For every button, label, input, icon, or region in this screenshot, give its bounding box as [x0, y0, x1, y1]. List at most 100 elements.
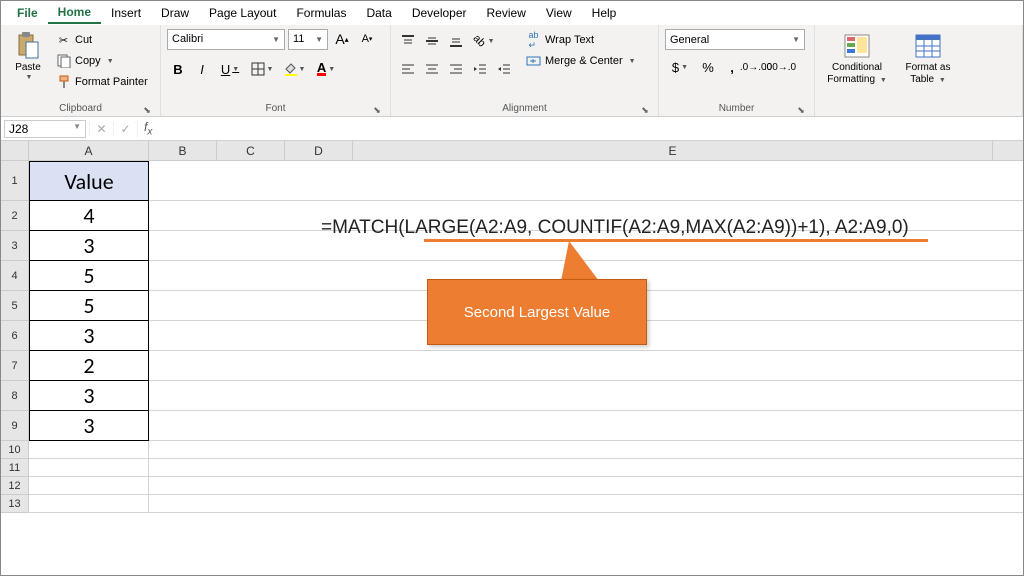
row-header[interactable]: 8: [1, 381, 29, 411]
copy-button[interactable]: Copy▼: [53, 51, 151, 71]
col-header-C[interactable]: C: [217, 141, 285, 160]
cell[interactable]: [149, 459, 1023, 477]
cell[interactable]: [149, 161, 1023, 201]
increase-indent-button[interactable]: [493, 58, 515, 80]
menu-insert[interactable]: Insert: [101, 3, 151, 23]
menu-draw[interactable]: Draw: [151, 3, 199, 23]
cell[interactable]: [149, 381, 1023, 411]
underline-button[interactable]: U▼: [215, 58, 245, 80]
dialog-launcher-icon[interactable]: ⬊: [142, 105, 152, 115]
cond-label2: Formatting: [827, 74, 875, 85]
menu-developer[interactable]: Developer: [402, 3, 477, 23]
wrap-icon: ab↵: [526, 33, 541, 48]
col-header-D[interactable]: D: [285, 141, 353, 160]
cell-A8[interactable]: 3: [29, 381, 149, 411]
font-name-select[interactable]: Calibri▼: [167, 29, 285, 50]
cut-button[interactable]: ✂Cut: [53, 30, 151, 50]
dialog-launcher-icon[interactable]: ⬊: [796, 105, 806, 115]
row-header[interactable]: 2: [1, 201, 29, 231]
row-header[interactable]: 1: [1, 161, 29, 201]
row-header[interactable]: 10: [1, 441, 29, 459]
accounting-button[interactable]: $▼: [665, 56, 695, 78]
number-format-select[interactable]: General▼: [665, 29, 805, 50]
align-top-button[interactable]: [397, 30, 419, 52]
cell-A1[interactable]: Value: [29, 161, 149, 201]
fx-icon[interactable]: fx: [137, 120, 158, 137]
row-header[interactable]: 4: [1, 261, 29, 291]
align-middle-button[interactable]: [421, 30, 443, 52]
wrap-label: Wrap Text: [545, 34, 594, 46]
align-right-button[interactable]: [445, 58, 467, 80]
align-center-button[interactable]: [421, 58, 443, 80]
cell[interactable]: [149, 495, 1023, 513]
menu-help[interactable]: Help: [582, 3, 627, 23]
wrap-text-button[interactable]: ab↵ Wrap Text: [523, 30, 639, 50]
font-size-select[interactable]: 11▼: [288, 29, 328, 50]
font-group-label: Font⬊: [167, 102, 384, 116]
cell[interactable]: [149, 351, 1023, 381]
border-button[interactable]: ▼: [247, 58, 277, 80]
cell[interactable]: [29, 441, 149, 459]
cell-A7[interactable]: 2: [29, 351, 149, 381]
decrease-indent-button[interactable]: [469, 58, 491, 80]
decrease-font-button[interactable]: A▾: [356, 28, 378, 50]
fill-color-button[interactable]: ▼: [279, 58, 309, 80]
align-left-button[interactable]: [397, 58, 419, 80]
cell[interactable]: [149, 477, 1023, 495]
orientation-button[interactable]: ab▼: [469, 30, 499, 52]
decrease-decimal-button[interactable]: .00→.0: [769, 56, 791, 78]
callout-box: Second Largest Value: [427, 279, 647, 345]
cell-A5[interactable]: 5: [29, 291, 149, 321]
cell-A6[interactable]: 3: [29, 321, 149, 351]
cell[interactable]: [29, 477, 149, 495]
menu-data[interactable]: Data: [356, 3, 401, 23]
format-as-table-button[interactable]: Format as Table ▼: [897, 27, 959, 85]
font-color-button[interactable]: A▼: [311, 58, 341, 80]
cell[interactable]: [149, 411, 1023, 441]
col-header-A[interactable]: A: [29, 141, 149, 160]
menu-file[interactable]: File: [7, 3, 48, 23]
menu-formulas[interactable]: Formulas: [286, 3, 356, 23]
align-bottom-button[interactable]: [445, 30, 467, 52]
select-all-corner[interactable]: [1, 141, 29, 160]
cell-A3[interactable]: 3: [29, 231, 149, 261]
name-box[interactable]: J28▼: [4, 120, 86, 138]
row-header[interactable]: 6: [1, 321, 29, 351]
cell-A9[interactable]: 3: [29, 411, 149, 441]
col-header-B[interactable]: B: [149, 141, 217, 160]
cancel-button[interactable]: ✕: [89, 122, 113, 136]
dialog-launcher-icon[interactable]: ⬊: [640, 105, 650, 115]
enter-button[interactable]: ✓: [113, 122, 137, 136]
cond-label1: Conditional: [832, 62, 882, 73]
merge-center-button[interactable]: Merge & Center▼: [523, 51, 639, 71]
menu-view[interactable]: View: [536, 3, 582, 23]
italic-button[interactable]: I: [191, 58, 213, 80]
border-icon: [251, 62, 265, 76]
bold-button[interactable]: B: [167, 58, 189, 80]
grid-area: A B C D E 1 Value 24 33 45 55 63 72 83 9…: [1, 141, 1023, 573]
cell[interactable]: [149, 441, 1023, 459]
col-header-E[interactable]: E: [353, 141, 993, 160]
menu-home[interactable]: Home: [48, 2, 101, 24]
chevron-down-icon: ▼: [792, 35, 800, 44]
increase-font-button[interactable]: A▴: [331, 28, 353, 50]
format-painter-button[interactable]: Format Painter: [53, 72, 151, 92]
cell[interactable]: [29, 459, 149, 477]
row-header[interactable]: 13: [1, 495, 29, 513]
group-alignment: ab▼ ab↵Wrap Text Merge & Center▼ Alignme…: [391, 25, 659, 116]
menu-page-layout[interactable]: Page Layout: [199, 3, 286, 23]
row-header[interactable]: 7: [1, 351, 29, 381]
row-header[interactable]: 12: [1, 477, 29, 495]
percent-button[interactable]: %: [697, 56, 719, 78]
menu-review[interactable]: Review: [477, 3, 536, 23]
cell-A4[interactable]: 5: [29, 261, 149, 291]
row-header[interactable]: 9: [1, 411, 29, 441]
row-header[interactable]: 11: [1, 459, 29, 477]
paste-button[interactable]: Paste ▼: [7, 27, 49, 81]
row-header[interactable]: 5: [1, 291, 29, 321]
dialog-launcher-icon[interactable]: ⬊: [372, 105, 382, 115]
row-header[interactable]: 3: [1, 231, 29, 261]
cell-A2[interactable]: 4: [29, 201, 149, 231]
cell[interactable]: [29, 495, 149, 513]
conditional-formatting-button[interactable]: Conditional Formatting ▼: [821, 27, 893, 85]
